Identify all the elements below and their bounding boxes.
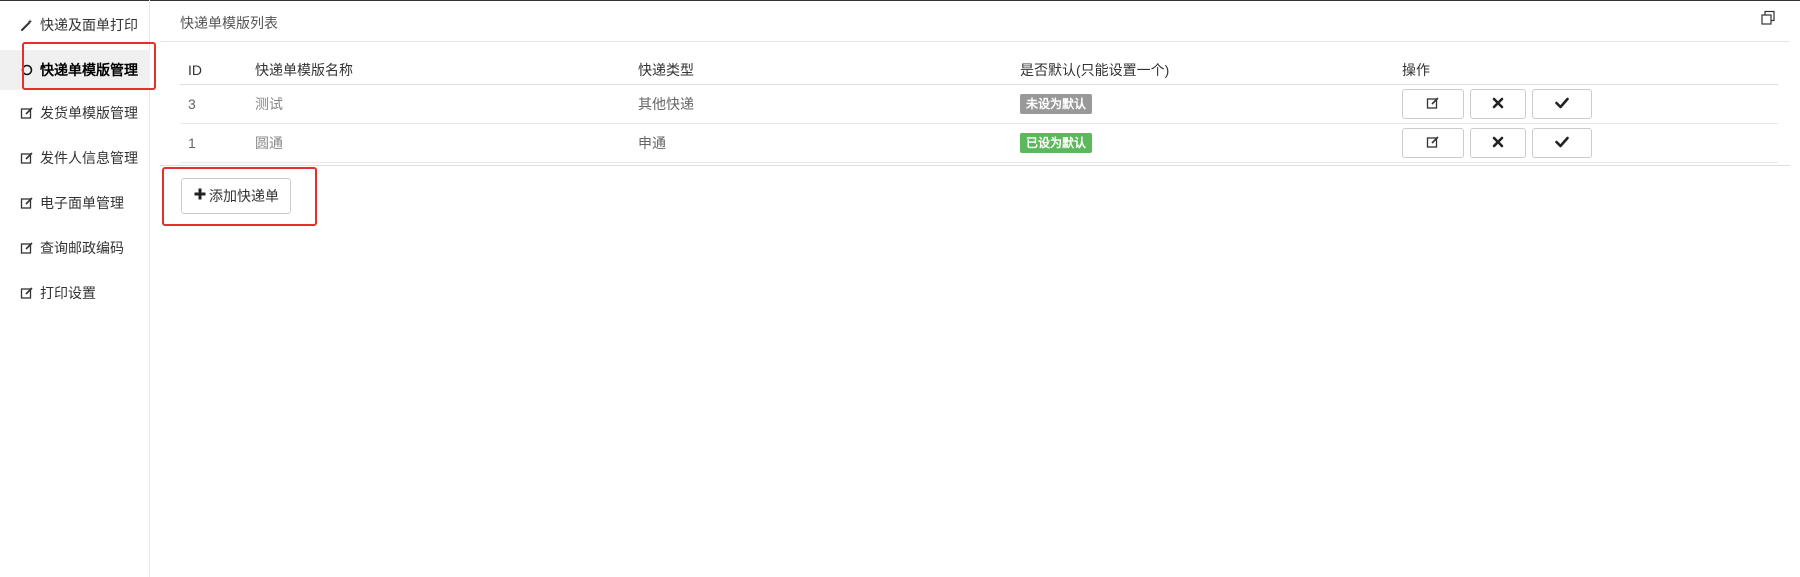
column-header-type: 快递类型 — [638, 61, 694, 78]
row-actions — [1394, 124, 1774, 162]
template-table: ID 快递单模版名称 快递类型 是否默认(只能设置一个) 操作 3 测试 其他快… — [180, 55, 1778, 163]
row-type: 申通 — [638, 135, 666, 151]
sidebar-item-label: 快递及面单打印 — [40, 17, 138, 33]
row-default-cell: 未设为默认 — [1012, 85, 1392, 123]
delete-icon — [1492, 96, 1504, 112]
main-content: 快递单模版列表 ID 快递单模版名称 快递类型 是否默认(只能设置一个) 操作 … — [160, 0, 1800, 577]
set-default-button[interactable] — [1532, 89, 1592, 119]
column-header-id: ID — [188, 61, 202, 78]
sidebar-item-label: 电子面单管理 — [40, 195, 124, 211]
set-default-button[interactable] — [1532, 128, 1592, 158]
edit-icon — [18, 194, 36, 212]
sidebar-item-express-print[interactable]: 快递及面单打印 — [0, 5, 150, 45]
check-icon — [1555, 135, 1569, 151]
delete-icon — [1492, 135, 1504, 151]
circle-icon — [18, 61, 36, 79]
sidebar-item-postcode-query[interactable]: 查询邮政编码 — [0, 228, 150, 268]
column-header-actions: 操作 — [1402, 61, 1430, 78]
edit-icon — [18, 284, 36, 302]
add-template-button[interactable]: 添加快递单 — [181, 178, 291, 214]
sidebar-item-sender-info[interactable]: 发件人信息管理 — [0, 138, 150, 178]
edit-icon — [18, 239, 36, 257]
table-row: 1 圆通 申通 已设为默认 — [180, 124, 1778, 163]
sidebar-item-invoice-template[interactable]: 发货单模版管理 — [0, 93, 150, 133]
check-icon — [1555, 96, 1569, 112]
sidebar-item-e-waybill[interactable]: 电子面单管理 — [0, 183, 150, 223]
row-id: 3 — [188, 96, 196, 112]
sidebar-item-label: 快递单模版管理 — [40, 62, 138, 78]
table-row: 3 测试 其他快递 未设为默认 — [180, 85, 1778, 124]
row-name-link[interactable]: 圆通 — [247, 124, 627, 162]
sidebar-item-print-settings[interactable]: 打印设置 — [0, 273, 150, 313]
row-id: 1 — [188, 135, 196, 151]
column-header-default: 是否默认(只能设置一个) — [1020, 61, 1170, 78]
table-header: ID 快递单模版名称 快递类型 是否默认(只能设置一个) 操作 — [180, 55, 1778, 85]
row-type: 其他快递 — [638, 96, 694, 112]
sidebar-item-label: 发货单模版管理 — [40, 105, 138, 121]
row-name-link[interactable]: 测试 — [247, 85, 627, 123]
edit-icon — [18, 149, 36, 167]
magic-wand-icon — [18, 16, 36, 34]
status-badge[interactable]: 已设为默认 — [1020, 133, 1093, 153]
column-header-name: 快递单模版名称 — [255, 61, 353, 78]
sidebar: 快递及面单打印 快递单模版管理 发货单模版管理 发件人信息管理 电子面单管理 查… — [0, 0, 150, 577]
add-template-label: 添加快递单 — [209, 188, 279, 204]
status-badge[interactable]: 未设为默认 — [1020, 94, 1093, 114]
sidebar-item-label: 发件人信息管理 — [40, 150, 138, 166]
table-bottom-divider — [160, 165, 1790, 166]
page-title: 快递单模版列表 — [180, 15, 278, 31]
delete-button[interactable] — [1470, 89, 1526, 119]
edit-icon — [1426, 96, 1440, 113]
row-actions — [1394, 85, 1774, 123]
edit-icon — [1426, 135, 1440, 152]
delete-button[interactable] — [1470, 128, 1526, 158]
plus-icon — [193, 187, 207, 206]
sidebar-item-label: 查询邮政编码 — [40, 240, 124, 256]
sidebar-item-express-template[interactable]: 快递单模版管理 — [0, 50, 150, 90]
sidebar-item-label: 打印设置 — [40, 285, 96, 301]
edit-icon — [18, 104, 36, 122]
page-header: 快递单模版列表 — [160, 0, 1790, 42]
edit-button[interactable] — [1402, 128, 1464, 158]
row-default-cell: 已设为默认 — [1012, 124, 1392, 162]
edit-button[interactable] — [1402, 89, 1464, 119]
restore-window-icon[interactable] — [1760, 10, 1778, 28]
